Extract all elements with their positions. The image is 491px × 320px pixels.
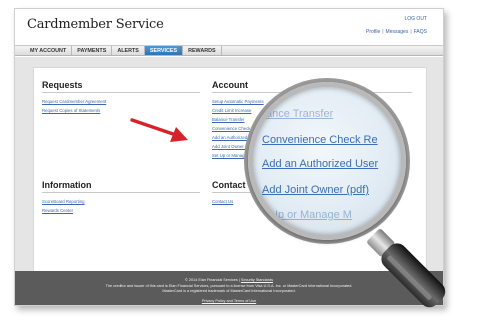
link-separator: | [382,29,384,35]
main-nav: MY ACCOUNT PAYMENTS ALERTS SERVICES REWA… [15,45,443,56]
information-divider [42,192,200,193]
link-separator: | [410,29,412,35]
faqs-link[interactable]: FAQS [414,29,427,35]
tab-payments[interactable]: PAYMENTS [72,46,113,55]
contact-heading: Contact [212,180,246,190]
request-agreement-link[interactable]: Request Cardmember Agreement [42,99,106,104]
messages-link[interactable]: Messages [386,29,409,35]
tab-my-account[interactable]: MY ACCOUNT [25,46,73,55]
contact-us-link[interactable]: Contact Us [212,199,233,204]
balance-transfer-link[interactable]: Balance Transfer [212,117,244,122]
magnifier-rim [248,82,406,240]
red-arrow-icon [130,118,188,142]
tab-services[interactable]: SERVICES [144,46,184,55]
tab-rewards[interactable]: REWARDS [183,46,222,55]
information-heading: Information [42,180,92,190]
profile-link[interactable]: Profile [366,29,380,35]
requests-divider [42,92,200,93]
requests-heading: Requests [42,80,83,90]
footer-copyright: © 2014 Elan Financial Services [184,278,238,282]
manage-link[interactable]: Set Up or Manage [212,153,247,158]
rewards-center-link[interactable]: Rewards Center [42,208,73,213]
tutorial-stage: Cardmember Service LOG OUT Profile | Messa… [0,0,491,320]
logout-link[interactable]: LOG OUT [404,16,427,22]
brand-title: Cardmember Service [27,17,164,32]
request-statements-link[interactable]: Request Copies of Statements [42,108,100,113]
scoreboard-link[interactable]: ScoreBoard Reporting [42,199,85,204]
top-links: Profile | Messages | FAQS [366,29,427,35]
account-heading: Account [212,80,248,90]
tab-alerts[interactable]: ALERTS [112,46,145,55]
magnifier-icon: ance Transfer Convenience Check Re Add a… [244,78,491,320]
